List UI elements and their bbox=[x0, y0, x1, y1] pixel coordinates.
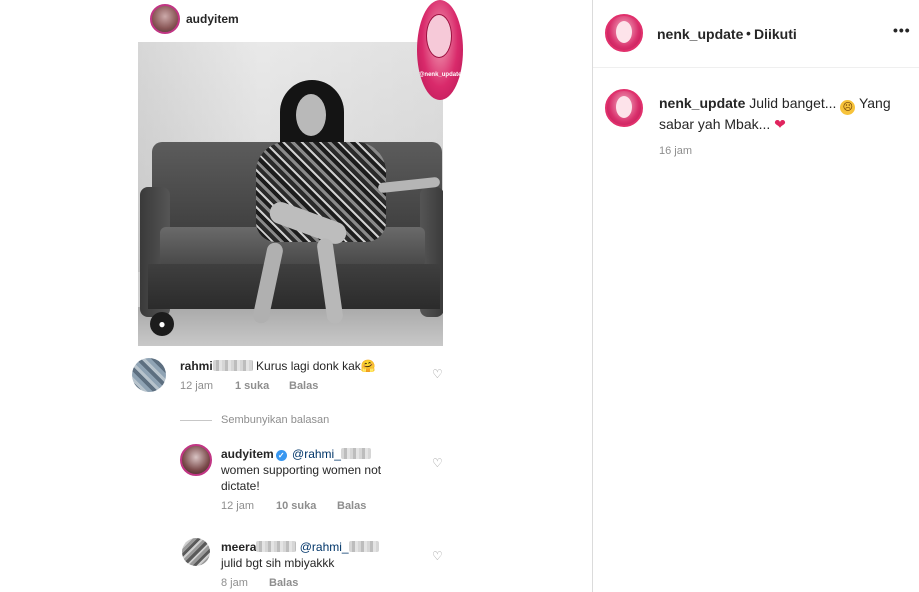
more-options-icon[interactable]: ••• bbox=[893, 22, 911, 38]
avatar-face bbox=[616, 96, 632, 118]
comment-text: Kurus lagi donk kak🤗 bbox=[256, 359, 376, 373]
post-author-avatar[interactable] bbox=[605, 14, 643, 52]
reply-reply-button[interactable]: Balas bbox=[337, 500, 366, 512]
comment-username[interactable]: rahmi bbox=[180, 359, 213, 373]
post-image-pane: audyitem ● @nenk_update rahmi Kurus lagi… bbox=[0, 0, 593, 592]
reply-likes[interactable]: 10 suka bbox=[276, 500, 316, 512]
user-tag-icon[interactable]: ● bbox=[150, 312, 174, 336]
watermark-face bbox=[426, 14, 452, 58]
verified-badge-icon: ✓ bbox=[275, 450, 287, 461]
embedded-photo: ● bbox=[138, 42, 443, 346]
heart-outline-icon[interactable]: ♡ bbox=[432, 367, 443, 381]
pane-divider bbox=[592, 0, 593, 592]
reply-mention[interactable]: @rahmi_ bbox=[300, 540, 349, 554]
reply-time: 8 jam bbox=[221, 577, 248, 589]
reply-mention[interactable]: @rahmi_ bbox=[292, 447, 341, 461]
reply-username[interactable]: meera bbox=[221, 540, 256, 554]
header-divider bbox=[593, 67, 919, 68]
hide-replies-line bbox=[180, 420, 212, 421]
heart-outline-icon[interactable]: ♡ bbox=[432, 549, 443, 563]
separator-dot: • bbox=[746, 25, 751, 41]
reply-reply-button[interactable]: Balas bbox=[269, 577, 298, 589]
censored-name bbox=[212, 360, 253, 371]
reply-avatar[interactable] bbox=[180, 444, 212, 476]
censored-name bbox=[256, 541, 297, 552]
reply-username[interactable]: audyitem bbox=[221, 447, 274, 461]
red-heart-emoji-icon: ❤ bbox=[774, 116, 786, 132]
caption-time[interactable]: 16 jam bbox=[659, 145, 692, 157]
reply-text: women supporting women not dictate! bbox=[221, 463, 382, 493]
watermark-logo: @nenk_update bbox=[417, 0, 463, 100]
reply-text: julid bgt sih mbiyakkk bbox=[221, 556, 335, 570]
sad-face-emoji-icon: ☹ bbox=[840, 100, 856, 115]
censored-name bbox=[340, 448, 371, 459]
photo-floor bbox=[138, 307, 443, 346]
caption: nenk_update Julid banget... ☹ Yang sabar… bbox=[659, 94, 899, 134]
censored-name bbox=[348, 541, 379, 552]
reply-line: audyitem ✓ @rahmi_ women supporting women… bbox=[221, 446, 421, 494]
hide-replies-button[interactable]: Sembunyikan balasan bbox=[221, 414, 329, 426]
comment-reply-button[interactable]: Balas bbox=[289, 380, 318, 392]
reply-line: meera @rahmi_ julid bgt sih mbiyakkk bbox=[221, 539, 421, 571]
sofa-base bbox=[148, 264, 440, 309]
embedded-username: audyitem bbox=[186, 12, 239, 26]
follow-status-button[interactable]: Diikuti bbox=[754, 26, 797, 42]
reply-time: 12 jam bbox=[221, 500, 255, 512]
heart-outline-icon[interactable]: ♡ bbox=[432, 456, 443, 470]
embedded-avatar bbox=[150, 4, 180, 34]
caption-author-avatar[interactable] bbox=[605, 89, 643, 127]
avatar-face bbox=[616, 21, 632, 43]
comment-meta: 12 jam bbox=[180, 380, 213, 392]
caption-username[interactable]: nenk_update bbox=[659, 95, 745, 111]
reply-avatar[interactable] bbox=[182, 538, 210, 566]
caption-text: Julid banget... bbox=[749, 95, 837, 111]
woman-face bbox=[296, 94, 326, 136]
post-author-username[interactable]: nenk_update bbox=[657, 26, 743, 42]
watermark-text: @nenk_update bbox=[418, 72, 462, 78]
comment-avatar[interactable] bbox=[132, 358, 166, 392]
comment-line: rahmi Kurus lagi donk kak🤗 bbox=[180, 358, 376, 374]
comment-likes[interactable]: 1 suka bbox=[235, 380, 269, 392]
comment-time: 12 jam bbox=[180, 380, 214, 392]
